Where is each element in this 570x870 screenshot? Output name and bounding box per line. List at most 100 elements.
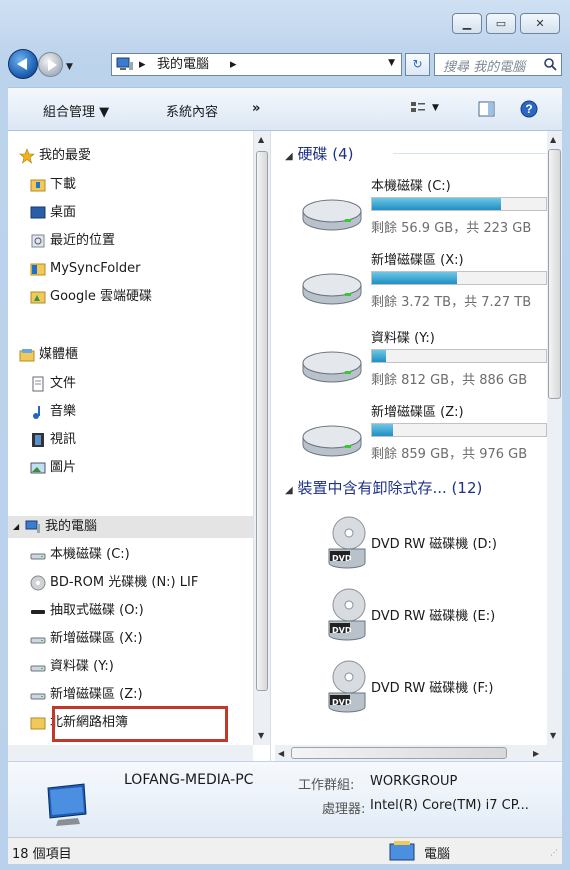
nav-library-item[interactable]: 文件 [8, 373, 253, 395]
address-bar[interactable]: ▸ 我的電腦 ▸ ▼ [111, 53, 402, 76]
search-placeholder: 搜尋 我的電腦 [443, 60, 526, 75]
nav-favorite-item[interactable]: MySyncFolder [8, 258, 253, 280]
content-vertical-scrollbar[interactable]: ▲ ▼ [547, 131, 562, 745]
drive-usage-fill [372, 272, 458, 284]
drive-tile[interactable]: 本機磁碟 (C:) 剩餘 56.9 GB，共 223 GB [275, 175, 562, 247]
nav-library-item[interactable]: 圖片 [8, 457, 253, 479]
nav-library-item[interactable]: 視訊 [8, 429, 253, 451]
nav-drive-item[interactable]: BD-ROM 光碟機 (N:) LIF [8, 572, 253, 594]
hdd-section-header[interactable]: ◢ 硬碟 (4) [285, 143, 548, 164]
dvd-drive-name: DVD RW 磁碟機 (D:) [371, 537, 497, 552]
video-icon [32, 433, 44, 447]
cpu-label: 處理器: [322, 802, 366, 817]
hard-drive-icon [302, 199, 362, 231]
close-button[interactable]: ✕ [520, 13, 560, 34]
workgroup-label: 工作群組: [298, 778, 355, 793]
nav-drive-item[interactable]: 新增磁碟區 (X:) [8, 628, 253, 650]
nav-my-computer[interactable]: ◢ 我的電腦 [8, 516, 253, 538]
content-horizontal-scrollbar[interactable]: ◀ ▶ [275, 745, 547, 761]
drive-free-space: 剩餘 3.72 TB，共 7.27 TB [371, 295, 532, 310]
sync-folder-icon [30, 263, 46, 276]
refresh-button[interactable]: ↻ [405, 53, 430, 76]
dvd-badge: DVD [332, 554, 352, 563]
address-dropdown[interactable]: ▼ [388, 58, 395, 68]
drive-usage-bar [371, 197, 547, 211]
content-pane[interactable]: ◢ 硬碟 (4) 本機磁碟 (C:) 剩餘 56.9 GB，共 223 GB 新增磁… [275, 131, 562, 745]
scroll-thumb[interactable] [291, 747, 507, 759]
drive-tile[interactable]: 新增磁碟區 (Z:) 剩餘 859 GB，共 976 GB [275, 401, 562, 473]
drive-name: 新增磁碟區 (X:) [371, 253, 464, 268]
hard-drive-icon [302, 273, 362, 305]
drive-usage-fill [372, 198, 501, 210]
drive-tile[interactable]: 新增磁碟區 (X:) 剩餘 3.72 TB，共 7.27 TB [275, 249, 562, 321]
nav-library-item[interactable]: 音樂 [8, 401, 253, 423]
nav-horizontal-scrollbar[interactable] [8, 745, 253, 761]
item-count: 18 個項目 [12, 847, 72, 862]
recent-places-icon [31, 234, 45, 248]
nav-drive-item[interactable]: 資料碟 (Y:) [8, 656, 253, 678]
nav-favorites[interactable]: 我的最愛 [8, 145, 253, 167]
dvd-drive-tile[interactable]: DVD DVD RW 磁碟機 (F:) [275, 659, 562, 731]
computer-icon [25, 520, 40, 533]
dvd-drive-tile[interactable]: DVD DVD RW 磁碟機 (D:) [275, 515, 562, 587]
view-dropdown-icon[interactable]: ▼ [432, 103, 439, 113]
hard-drive-icon [302, 425, 362, 457]
highlight-box [52, 706, 228, 742]
drive-name: 本機磁碟 (C:) [371, 179, 451, 194]
nav-drive-item[interactable]: 本機磁碟 (C:) [8, 544, 253, 566]
nav-favorite-item[interactable]: Google 雲端硬碟 [8, 286, 253, 308]
downloads-folder-icon [30, 179, 46, 192]
breadcrumb-my-computer[interactable]: 我的電腦 [157, 56, 209, 73]
nav-favorite-item[interactable]: 下載 [8, 174, 253, 196]
computer-icon [116, 57, 133, 70]
forward-button[interactable] [38, 52, 63, 77]
help-icon[interactable]: ? [520, 100, 538, 118]
removable-section-header[interactable]: ◢ 裝置中含有卸除式存... (12) [285, 477, 482, 498]
maximize-button[interactable]: ▭ [486, 13, 516, 34]
computer-large-icon [47, 783, 87, 826]
nav-favorite-item[interactable]: 桌面 [8, 202, 253, 224]
nav-drive-item[interactable]: 抽取式磁碟 (O:) [8, 600, 253, 622]
library-icon [19, 349, 35, 362]
command-bar: 組合管理 ▼ 系統內容 » ▼ ? [8, 87, 562, 131]
drive-name: 資料碟 (Y:) [371, 331, 435, 346]
system-properties-button[interactable]: 系統內容 [166, 101, 218, 120]
hard-drive-icon [30, 637, 46, 644]
dvd-drive-tile[interactable]: DVD DVD RW 磁碟機 (E:) [275, 587, 562, 659]
breadcrumb-separator[interactable]: ▸ [139, 56, 146, 73]
dvd-badge: DVD [332, 626, 352, 635]
nav-vertical-scrollbar[interactable]: ▲ ▼ [253, 131, 270, 745]
navigation-pane[interactable]: 我的最愛 下載 桌面 最近的位置 MySyncFolder Google 雲端硬… [8, 131, 270, 761]
search-box[interactable]: 搜尋 我的電腦 [434, 53, 562, 76]
nav-libraries[interactable]: 媒體櫃 [8, 344, 253, 366]
drive-usage-bar [371, 349, 547, 363]
drive-usage-fill [372, 350, 386, 362]
minimize-button[interactable]: ▁ [452, 13, 482, 34]
view-options-icon[interactable] [410, 101, 426, 117]
hard-drive-icon [30, 665, 46, 672]
picture-icon [30, 462, 46, 474]
drive-free-space: 剩餘 56.9 GB，共 223 GB [371, 221, 532, 236]
preview-pane-icon[interactable] [478, 101, 495, 117]
collapse-arrow-icon[interactable]: ◢ [13, 516, 19, 538]
scroll-thumb[interactable] [548, 149, 561, 399]
back-button[interactable] [8, 49, 38, 79]
drive-tile[interactable]: 資料碟 (Y:) 剩餘 812 GB，共 886 GB [275, 327, 562, 399]
recent-pages-dropdown[interactable]: ▼ [66, 62, 73, 72]
status-location: 電腦 [424, 847, 451, 862]
nav-favorite-item[interactable]: 最近的位置 [8, 230, 253, 252]
search-icon [544, 58, 557, 71]
optical-disc-icon [30, 575, 46, 591]
scroll-thumb[interactable] [256, 151, 268, 691]
cpu-value: Intel(R) Core(TM) i7 CP... [370, 798, 529, 813]
pc-name: LOFANG-MEDIA-PC [124, 772, 254, 788]
drive-name: 新增磁碟區 (Z:) [371, 405, 464, 420]
nav-drive-item[interactable]: 新增磁碟區 (Z:) [8, 684, 253, 706]
organize-menu[interactable]: 組合管理 ▼ [43, 101, 109, 120]
breadcrumb-separator[interactable]: ▸ [230, 56, 237, 73]
more-commands-button[interactable]: » [252, 101, 260, 116]
dvd-badge: DVD [332, 698, 352, 707]
folder-icon [30, 717, 46, 730]
resize-grip[interactable]: ⋰ [550, 848, 558, 857]
music-icon [33, 406, 40, 419]
